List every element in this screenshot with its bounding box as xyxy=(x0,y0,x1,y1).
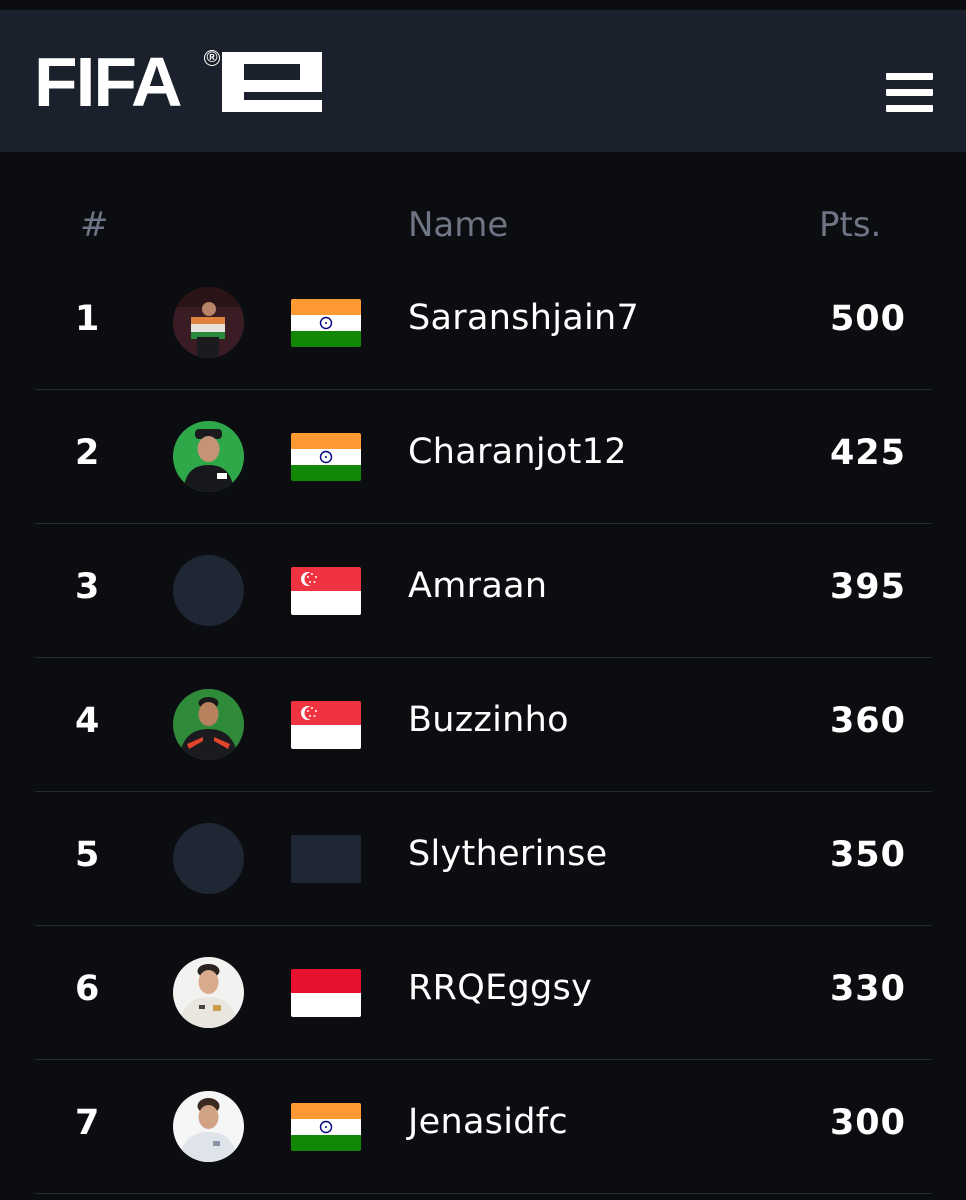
flag-india-icon xyxy=(291,433,361,481)
avatar-placeholder[interactable] xyxy=(173,823,244,894)
menu-bar xyxy=(886,73,933,80)
player-name[interactable]: RRQEggsy xyxy=(408,968,592,1008)
leaderboard-row[interactable]: 7 Jenasidfc 300 xyxy=(35,1059,932,1194)
logo-wordmark: FIFA xyxy=(34,43,183,121)
table-header: # Name Pts. xyxy=(0,205,966,259)
logo-e-mark-icon xyxy=(222,52,322,112)
player-points: 350 xyxy=(829,835,906,875)
player-name[interactable]: Jenasidfc xyxy=(408,1102,568,1142)
rank-number: 7 xyxy=(75,1103,100,1143)
leaderboard-row[interactable]: 1 Saranshjain7 500 xyxy=(35,255,932,390)
player-avatar[interactable] xyxy=(173,689,244,760)
registered-mark: ® xyxy=(204,50,220,66)
flag-singapore-icon xyxy=(291,567,361,615)
player-name[interactable]: Charanjot12 xyxy=(408,432,627,472)
player-points: 395 xyxy=(829,567,906,607)
player-avatar[interactable] xyxy=(173,957,244,1028)
status-strip xyxy=(0,0,966,10)
rank-number: 3 xyxy=(75,567,100,607)
points-column-header[interactable]: Pts. xyxy=(819,205,881,245)
leaderboard-row[interactable]: 2 Charanjot12 425 xyxy=(35,389,932,524)
player-points: 425 xyxy=(829,433,906,473)
avatar-placeholder[interactable] xyxy=(173,555,244,626)
player-points: 330 xyxy=(829,969,906,1009)
leaderboard-row[interactable]: 4 Buzzinho 360 xyxy=(35,657,932,792)
leaderboard-row[interactable]: 5 Slytherinse 350 xyxy=(35,791,932,926)
rank-number: 6 xyxy=(75,969,100,1009)
rank-number: 4 xyxy=(75,701,100,741)
player-avatar[interactable] xyxy=(173,287,244,358)
flag-indonesia-icon xyxy=(291,969,361,1017)
flag-singapore-icon xyxy=(291,701,361,749)
player-avatar[interactable] xyxy=(173,1091,244,1162)
rank-column-header: # xyxy=(80,205,109,245)
leaderboard-row[interactable]: 6 RRQEggsy 330 xyxy=(35,925,932,1060)
site-header: FIFA ® xyxy=(0,10,966,152)
player-points: 500 xyxy=(829,299,906,339)
name-column-header[interactable]: Name xyxy=(408,205,508,245)
player-name[interactable]: Slytherinse xyxy=(408,834,607,874)
player-name[interactable]: Amraan xyxy=(408,566,547,606)
player-avatar[interactable] xyxy=(173,421,244,492)
leaderboard-row[interactable]: 3 Amraan 395 xyxy=(35,523,932,658)
rank-number: 2 xyxy=(75,433,100,473)
rank-number: 5 xyxy=(75,835,100,875)
player-points: 360 xyxy=(829,701,906,741)
player-points: 300 xyxy=(829,1103,906,1143)
player-name[interactable]: Saranshjain7 xyxy=(408,298,639,338)
flag-india-icon xyxy=(291,299,361,347)
flag-india-icon xyxy=(291,1103,361,1151)
player-name[interactable]: Buzzinho xyxy=(408,700,569,740)
hamburger-menu-icon[interactable] xyxy=(886,71,934,115)
rank-number: 1 xyxy=(75,299,100,339)
menu-bar xyxy=(886,89,933,96)
menu-bar xyxy=(886,105,933,112)
flag-placeholder-icon xyxy=(291,835,361,883)
